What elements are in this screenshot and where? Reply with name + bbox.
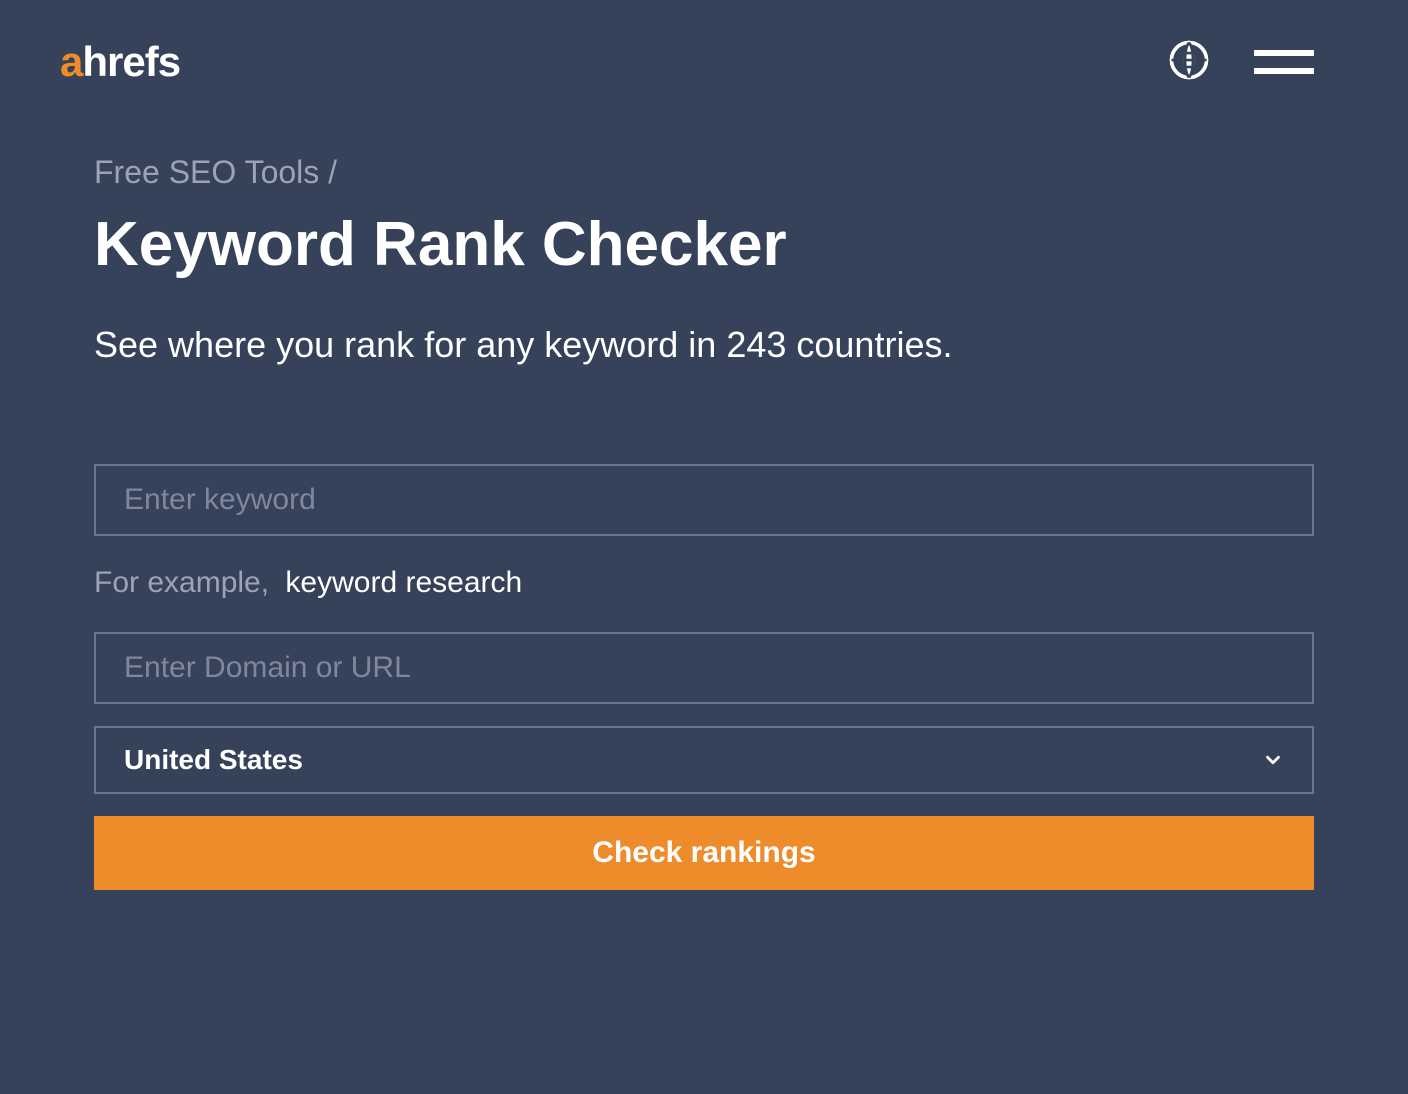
hamburger-line [1254,68,1314,74]
logo-hrefs: hrefs [82,38,180,86]
logo[interactable]: ahrefs [60,38,180,86]
example-value[interactable]: keyword research [285,566,522,599]
header-right [1168,39,1314,86]
check-rankings-button[interactable]: Check rankings [94,816,1314,890]
globe-icon[interactable] [1168,39,1210,86]
example-text: For example, keyword research [94,566,1314,600]
header: ahrefs [16,0,1392,124]
chevron-down-icon [1262,749,1284,771]
main-content: Free SEO Tools / Keyword Rank Checker Se… [16,124,1392,890]
hamburger-line [1254,50,1314,56]
country-select-value: United States [124,744,303,776]
country-select[interactable]: United States [94,726,1314,794]
subtitle: See where you rank for any keyword in 24… [94,318,1314,372]
logo-letter-a: a [60,38,82,86]
menu-icon[interactable] [1254,50,1314,74]
domain-input[interactable] [94,632,1314,704]
example-label: For example, [94,566,269,599]
breadcrumb[interactable]: Free SEO Tools / [94,154,1314,191]
keyword-input[interactable] [94,464,1314,536]
page-title: Keyword Rank Checker [94,209,1314,280]
